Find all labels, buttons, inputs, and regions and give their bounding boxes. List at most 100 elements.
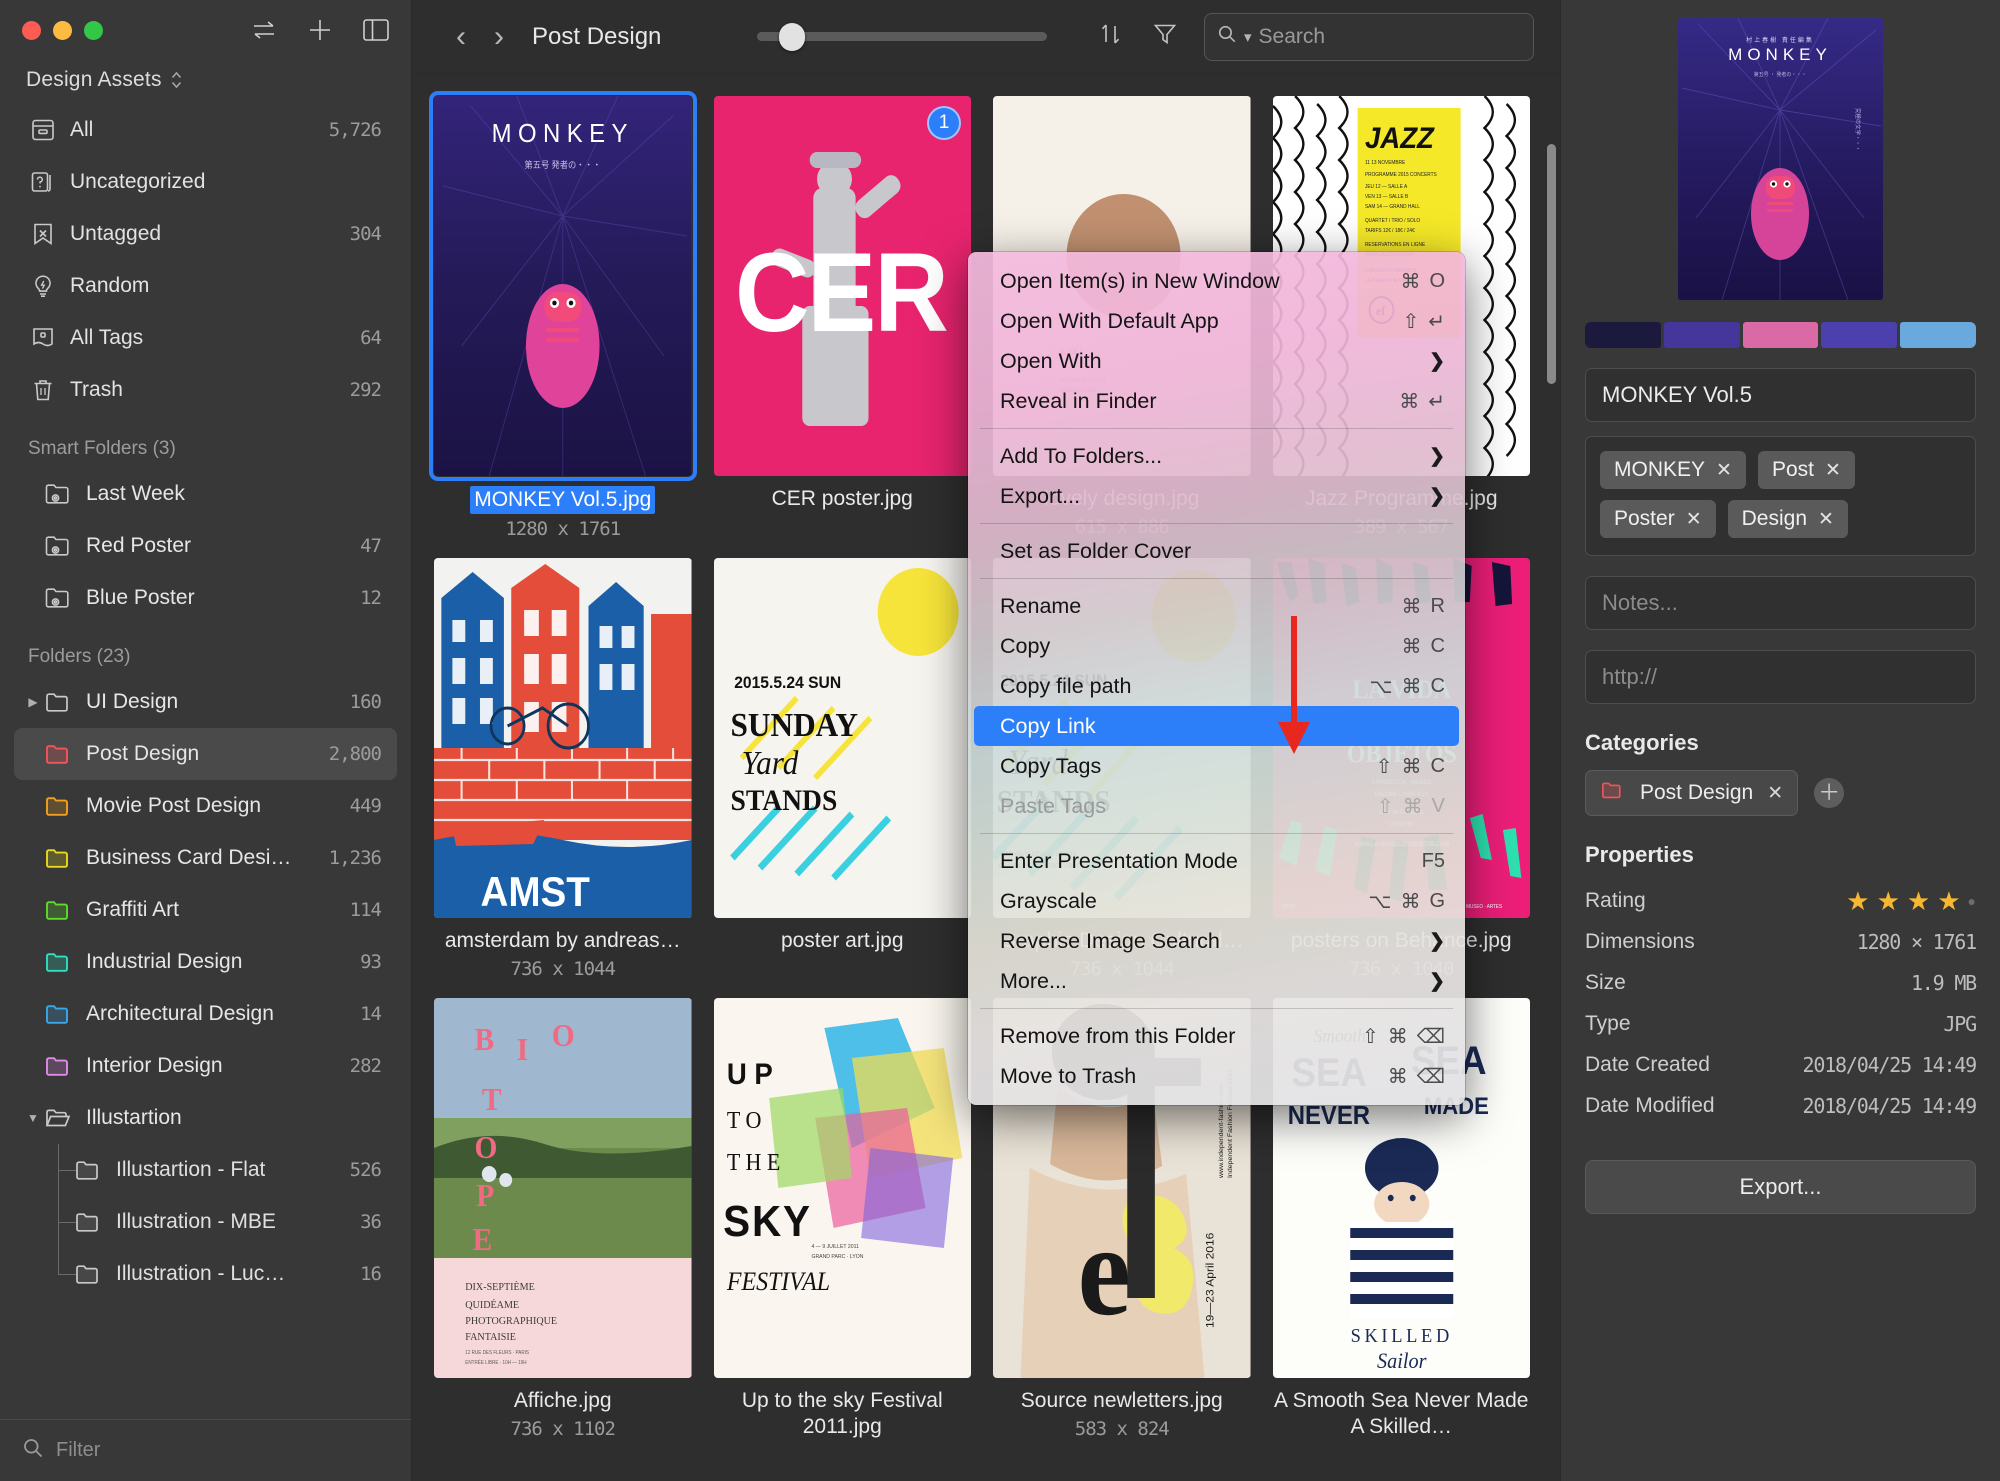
vertical-scrollbar[interactable] bbox=[1547, 144, 1556, 384]
palette-swatch[interactable] bbox=[1663, 322, 1740, 348]
menu-item-reveal-in-finder[interactable]: Reveal in Finder ⌘ ↵ bbox=[974, 381, 1459, 421]
folder-interior-design[interactable]: Interior Design 282 bbox=[14, 1040, 397, 1092]
folder-industrial-design[interactable]: Industrial Design 93 bbox=[14, 936, 397, 988]
palette-swatch[interactable] bbox=[1900, 322, 1976, 348]
thumbnail-up-to-the-sky[interactable]: U P T O T H E SKY FESTIVAL 4 — 9 JUILLET… bbox=[713, 998, 971, 1378]
star-filled[interactable]: ★ bbox=[1937, 888, 1960, 914]
color-palette[interactable] bbox=[1585, 322, 1976, 348]
menu-item-set-as-folder-cover[interactable]: Set as Folder Cover bbox=[974, 531, 1459, 571]
thumbnail-monkey[interactable]: MONKEY 第五号 発者の・・・ bbox=[429, 91, 697, 481]
search-input[interactable]: Search bbox=[1259, 25, 1326, 49]
thumbnail-amsterdam[interactable]: AMST bbox=[434, 558, 692, 918]
remove-tag-icon[interactable]: ✕ bbox=[1686, 508, 1702, 531]
menu-item-move-to-trash[interactable]: Move to Trash ⌘ ⌫ bbox=[974, 1056, 1459, 1096]
menu-item-copy[interactable]: Copy ⌘ C bbox=[974, 626, 1459, 666]
sidebar-item-all[interactable]: All 5,726 bbox=[14, 104, 397, 156]
slider-knob[interactable] bbox=[779, 22, 806, 51]
library-switcher[interactable]: Design Assets bbox=[0, 60, 411, 104]
context-menu[interactable]: Open Item(s) in New Window ⌘ O Open With … bbox=[968, 252, 1465, 1105]
star-filled[interactable]: ★ bbox=[1907, 888, 1930, 914]
sidebar-item-all-tags[interactable]: All Tags 64 bbox=[14, 312, 397, 364]
menu-item-export[interactable]: Export... ❯ bbox=[974, 476, 1459, 516]
thumbnail-size-slider[interactable] bbox=[757, 22, 1048, 51]
disclosure-right-icon[interactable]: ▶ bbox=[22, 695, 44, 709]
folder-movie-post-design[interactable]: Movie Post Design 449 bbox=[14, 780, 397, 832]
star-empty[interactable]: ● bbox=[1968, 894, 1976, 908]
menu-item-rename[interactable]: Rename ⌘ R bbox=[974, 586, 1459, 626]
add-icon[interactable] bbox=[307, 17, 333, 43]
search-box[interactable]: ▾ Search bbox=[1204, 12, 1534, 61]
menu-item-grayscale[interactable]: Grayscale ⌥ ⌘ G bbox=[974, 881, 1459, 921]
menu-item-open-with[interactable]: Open With ❯ bbox=[974, 341, 1459, 381]
folder-illustration-mbe[interactable]: Illustration - MBE 36 bbox=[14, 1196, 397, 1248]
export-button[interactable]: Export... bbox=[1585, 1160, 1976, 1214]
folder-ui-design[interactable]: ▶ UI Design 160 bbox=[14, 676, 397, 728]
transfer-icon[interactable] bbox=[251, 18, 277, 42]
folder-graffiti-art[interactable]: Graffiti Art 114 bbox=[14, 884, 397, 936]
smart-folder-blue-poster[interactable]: Blue Poster 12 bbox=[14, 572, 397, 624]
sidebar-item-untagged[interactable]: Untagged 304 bbox=[14, 208, 397, 260]
folder-business-card-design[interactable]: Business Card Desi… 1,236 bbox=[14, 832, 397, 884]
notes-field[interactable]: Notes... bbox=[1585, 576, 1976, 630]
grid-item[interactable]: U P T O T H E SKY FESTIVAL 4 — 9 JUILLET… bbox=[713, 998, 971, 1445]
thumbnail-affiche[interactable]: BIO TOPE DIX-SEPTIÈME QUIDÉAME PHOTOGRAP… bbox=[434, 998, 692, 1378]
image-preview[interactable]: 村上春樹 責任編集 MONKEY 第五号 ・ 発者の・・・ 究極の文学・・・ bbox=[1678, 18, 1883, 300]
remove-tag-icon[interactable]: ✕ bbox=[1825, 459, 1841, 482]
minimize-button[interactable] bbox=[53, 20, 72, 40]
folder-illustartion-flat[interactable]: Illustartion - Flat 526 bbox=[14, 1144, 397, 1196]
title-field[interactable]: MONKEY Vol.5 bbox=[1585, 368, 1976, 422]
tag-chip[interactable]: Post ✕ bbox=[1757, 451, 1855, 489]
menu-item-copy-tags[interactable]: Copy Tags ⇧ ⌘ C bbox=[974, 746, 1459, 786]
thumbnail-poster-art[interactable]: 2015.5.24 SUN SUNDAY Yard STANDS bbox=[713, 558, 971, 918]
menu-item-more[interactable]: More... ❯ bbox=[974, 961, 1459, 1001]
thumbnail-cer[interactable]: 1 CER bbox=[713, 96, 971, 476]
grid-item[interactable]: AMST amsterdam by andreas… 736 x 1044 bbox=[434, 558, 692, 982]
star-filled[interactable]: ★ bbox=[1846, 888, 1869, 914]
sidebar-item-uncategorized[interactable]: Uncategorized bbox=[14, 156, 397, 208]
sidebar-toggle-icon[interactable] bbox=[363, 19, 389, 41]
menu-item-add-to-folders[interactable]: Add To Folders... ❯ bbox=[974, 436, 1459, 476]
tag-chip[interactable]: Design ✕ bbox=[1727, 500, 1848, 538]
disclosure-down-icon[interactable]: ▼ bbox=[22, 1111, 44, 1125]
menu-item-remove-from-this-folder[interactable]: Remove from this Folder ⇧ ⌘ ⌫ bbox=[974, 1016, 1459, 1056]
tags-field[interactable]: MONKEY ✕ Post ✕ Poster ✕ Design ✕ bbox=[1585, 436, 1976, 556]
remove-category-icon[interactable]: ✕ bbox=[1767, 782, 1783, 805]
menu-item-enter-presentation-mode[interactable]: Enter Presentation Mode F5 bbox=[974, 841, 1459, 881]
folder-illustartion[interactable]: ▼ Illustartion bbox=[14, 1092, 397, 1144]
sidebar-filter-bar[interactable]: Filter bbox=[0, 1419, 411, 1481]
search-scope-chevron-icon[interactable]: ▾ bbox=[1244, 28, 1252, 46]
back-button[interactable]: ‹ bbox=[442, 21, 480, 52]
sidebar-item-random[interactable]: Random bbox=[14, 260, 397, 312]
folder-architectural-design[interactable]: Architectural Design 14 bbox=[14, 988, 397, 1040]
close-button[interactable] bbox=[22, 20, 41, 40]
grid-item[interactable]: BIO TOPE DIX-SEPTIÈME QUIDÉAME PHOTOGRAP… bbox=[434, 998, 692, 1445]
sort-icon[interactable] bbox=[1098, 21, 1124, 52]
menu-item-open-in-new-window[interactable]: Open Item(s) in New Window ⌘ O bbox=[974, 261, 1459, 301]
zoom-button[interactable] bbox=[84, 20, 103, 40]
folder-illustration-luc[interactable]: Illustration - Luc… 16 bbox=[14, 1248, 397, 1300]
grid-item[interactable]: 2015.5.24 SUN SUNDAY Yard STANDS poster … bbox=[713, 558, 971, 982]
remove-tag-icon[interactable]: ✕ bbox=[1716, 459, 1732, 482]
plus-circle-icon[interactable]: ＋ bbox=[1814, 778, 1845, 808]
rating-stars[interactable]: ★ ★ ★ ★ ● bbox=[1846, 888, 1976, 914]
url-field[interactable]: http:// bbox=[1585, 650, 1976, 704]
category-chip[interactable]: Post Design ✕ bbox=[1585, 770, 1799, 816]
tag-chip[interactable]: MONKEY ✕ bbox=[1600, 451, 1746, 489]
menu-item-copy-link[interactable]: Copy Link bbox=[974, 706, 1459, 746]
menu-item-reverse-image-search[interactable]: Reverse Image Search ❯ bbox=[974, 921, 1459, 961]
menu-item-open-with-default-app[interactable]: Open With Default App ⇧ ↵ bbox=[974, 301, 1459, 341]
remove-tag-icon[interactable]: ✕ bbox=[1818, 508, 1834, 531]
traffic-lights[interactable] bbox=[22, 20, 103, 40]
filter-input[interactable]: Filter bbox=[56, 1439, 100, 1462]
funnel-icon[interactable] bbox=[1152, 21, 1178, 52]
palette-swatch[interactable] bbox=[1585, 322, 1661, 348]
palette-swatch[interactable] bbox=[1821, 322, 1898, 348]
smart-folder-last-week[interactable]: Last Week bbox=[14, 468, 397, 520]
menu-item-copy-file-path[interactable]: Copy file path ⌥ ⌘ C bbox=[974, 666, 1459, 706]
sidebar-item-trash[interactable]: Trash 292 bbox=[14, 364, 397, 416]
grid-item[interactable]: 1 CER CER poster.jpg bbox=[713, 96, 971, 542]
star-filled[interactable]: ★ bbox=[1877, 888, 1900, 914]
grid-item[interactable]: MONKEY 第五号 発者の・・・ MONKEY Vol.5.jpg 1280 … bbox=[429, 91, 697, 542]
smart-folder-red-poster[interactable]: Red Poster 47 bbox=[14, 520, 397, 572]
folder-post-design[interactable]: Post Design 2,800 bbox=[14, 728, 397, 780]
